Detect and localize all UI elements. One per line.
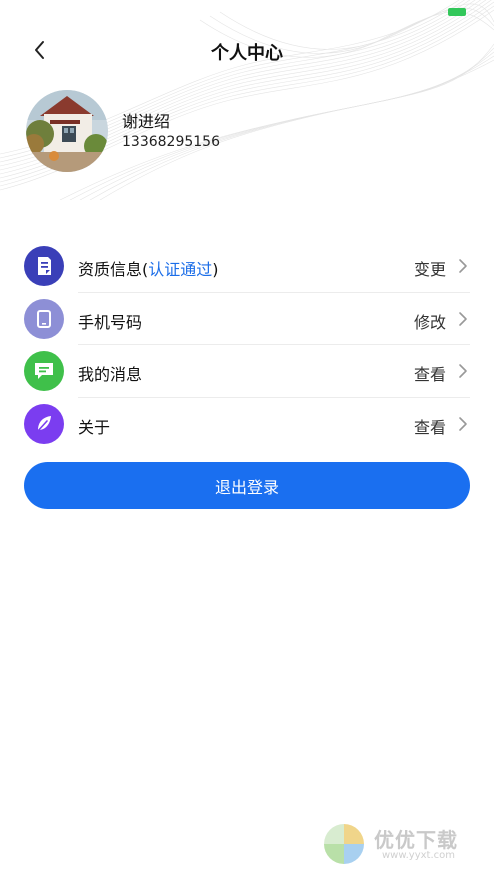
- watermark-logo-icon: [324, 824, 364, 864]
- navigation-bar: 个人中心: [0, 30, 494, 70]
- logout-button[interactable]: 退出登录: [24, 462, 470, 509]
- menu-item-label: 手机号码: [78, 312, 143, 332]
- house-photo-image: [26, 90, 108, 172]
- message-icon: [24, 351, 64, 391]
- menu-item-about[interactable]: 关于 查看: [24, 398, 470, 451]
- chevron-right-icon: [459, 416, 467, 431]
- user-phone: 13368295156: [122, 134, 220, 150]
- menu-item-phone[interactable]: 手机号码 修改: [24, 293, 470, 345]
- profile-section: 谢进绍 13368295156: [26, 90, 326, 172]
- page-title: 个人中心: [211, 43, 283, 64]
- menu-item-messages[interactable]: 我的消息 查看: [24, 345, 470, 398]
- verification-status: 认证通过: [148, 260, 213, 279]
- chevron-right-icon: [459, 364, 467, 378]
- change-action[interactable]: 变更: [414, 256, 446, 280]
- avatar[interactable]: [26, 90, 108, 172]
- menu-item-label: 我的消息: [78, 365, 143, 384]
- menu-item-qualification[interactable]: 资质信息(认证通过) 变更: [24, 240, 470, 293]
- watermark: 优优下载 www.yyxt.com: [322, 822, 472, 866]
- chevron-right-icon: [459, 311, 467, 326]
- settings-menu: 资质信息(认证通过) 变更 手机号码 修改 我的消息 查看 关于 查看: [24, 240, 470, 450]
- menu-item-label: 资质信息(认证通过): [78, 260, 219, 279]
- watermark-url: www.yyxt.com: [382, 850, 456, 861]
- battery-indicator: [448, 8, 466, 16]
- view-action[interactable]: 查看: [414, 361, 446, 385]
- menu-item-label: 关于: [78, 417, 111, 437]
- view-action[interactable]: 查看: [414, 414, 446, 438]
- document-icon: [24, 246, 64, 286]
- phone-icon: [24, 298, 64, 339]
- user-name: 谢进绍: [122, 112, 171, 131]
- feather-icon: [24, 403, 64, 444]
- modify-action[interactable]: 修改: [414, 309, 446, 333]
- chevron-right-icon: [459, 259, 467, 273]
- watermark-text: 优优下载: [374, 828, 458, 852]
